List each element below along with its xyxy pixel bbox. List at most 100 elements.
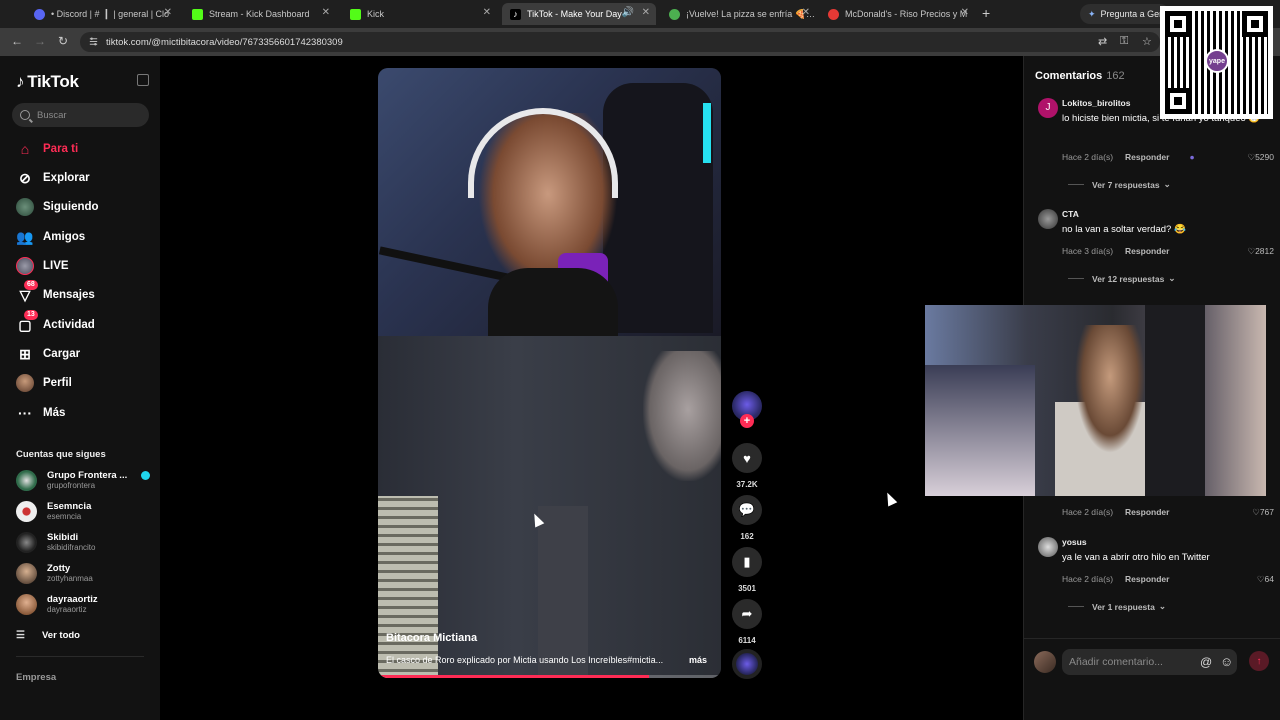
shirt-shape xyxy=(488,268,618,336)
close-icon[interactable]: ✕ xyxy=(802,7,810,18)
nav-live[interactable]: LIVE xyxy=(16,256,69,276)
nav-more[interactable]: ··· Más xyxy=(16,403,65,423)
view-replies-button[interactable]: Ver 1 respuesta ⌄ xyxy=(1068,601,1166,612)
mention-icon[interactable]: @ xyxy=(1200,655,1212,669)
comment-username[interactable]: CTA xyxy=(1062,209,1079,219)
nav-messages[interactable]: ▽ 68 Mensajes xyxy=(16,280,95,305)
tab-kick-dashboard[interactable]: Stream - Kick Dashboard ✕ xyxy=(184,3,336,25)
url-field[interactable]: tiktok.com/@mictibitacora/video/76733566… xyxy=(80,32,1160,52)
video-author[interactable]: Bitacora Mictiana xyxy=(386,632,477,644)
mcdonalds-icon xyxy=(828,8,839,20)
share-action[interactable]: ➦ 6114 xyxy=(732,599,762,645)
nav-label: Siguiendo xyxy=(43,201,99,213)
send-button[interactable]: ↑ xyxy=(1249,651,1269,671)
password-key-icon[interactable]: ⚿ xyxy=(1120,35,1128,48)
heart-icon[interactable]: ♥ xyxy=(732,443,762,473)
video-player[interactable]: Bitacora Mictiana El casco de Roro expli… xyxy=(378,68,721,678)
webcam-chair-shape xyxy=(1145,305,1205,496)
share-icon[interactable]: ➦ xyxy=(732,599,762,629)
reload-icon[interactable]: ↻ xyxy=(58,34,68,48)
tab-kick[interactable]: Kick ✕ xyxy=(342,3,497,25)
avatar[interactable]: J xyxy=(1038,98,1058,118)
comment-like[interactable]: ♡767 xyxy=(1252,507,1274,518)
nav-label: Cargar xyxy=(43,348,81,360)
save-action[interactable]: ▮ 3501 xyxy=(732,547,762,593)
video-progress-bar[interactable] xyxy=(378,675,721,678)
comment-username[interactable]: Lokitos_birolitos xyxy=(1062,98,1130,108)
search-input[interactable]: Buscar xyxy=(12,103,149,127)
neon-light-shape xyxy=(703,103,711,163)
following-account[interactable]: Skibidi skibidifrancito xyxy=(16,532,95,553)
reply-button[interactable]: Responder xyxy=(1125,246,1169,256)
address-bar: ← → ↻ tiktok.com/@mictibitacora/video/76… xyxy=(0,28,1280,56)
reply-button[interactable]: Responder xyxy=(1125,574,1169,584)
nav-upload[interactable]: ⊞ Cargar xyxy=(16,344,80,364)
tab-discord[interactable]: • Discord | #▕▏| general | Clo ✕ xyxy=(26,3,178,25)
music-disc-icon[interactable] xyxy=(732,649,762,679)
account-name: Zotty xyxy=(47,563,71,574)
yape-logo: yape xyxy=(1205,49,1229,73)
nav-explore[interactable]: ⊘ Explorar xyxy=(16,168,90,188)
like-action[interactable]: ♥ 37.2K xyxy=(732,443,762,489)
tab-pizza[interactable]: ¡Vuelve! La pizza se enfría 🍕🟦 ✕ xyxy=(661,3,816,25)
nav-for-you[interactable]: ⌂ Para ti xyxy=(16,139,78,159)
comment-action[interactable]: 💬 162 xyxy=(732,495,762,541)
following-account[interactable]: Grupo Frontera ... grupofrontera xyxy=(16,470,151,491)
tiktok-logo[interactable]: ♪ TikTok xyxy=(16,72,79,92)
collapse-sidebar-icon[interactable] xyxy=(137,74,149,86)
translate-icon[interactable]: ⇄ xyxy=(1098,35,1107,48)
following-account[interactable]: Esemncia esemncia xyxy=(16,501,91,522)
new-tab-button[interactable]: + xyxy=(982,5,990,21)
creator-liked-icon: ● xyxy=(1189,152,1195,162)
account-name: Skibidi xyxy=(47,532,79,543)
tab-title: Kick xyxy=(367,9,385,19)
arrow-up-icon: ↑ xyxy=(1256,655,1262,667)
webcam-overlay xyxy=(925,305,1266,496)
emoji-icon[interactable]: ☺ xyxy=(1220,654,1233,669)
close-icon[interactable]: ✕ xyxy=(483,7,491,18)
comment-icon[interactable]: 💬 xyxy=(732,495,762,525)
company-link[interactable]: Empresa xyxy=(16,672,56,683)
tab-mcdonalds[interactable]: McDonald's - Riso Precios y M ✕ xyxy=(820,3,975,25)
nav-following[interactable]: Siguiendo xyxy=(16,197,99,217)
close-icon[interactable]: ✕ xyxy=(164,7,172,18)
close-icon[interactable]: ✕ xyxy=(961,7,969,18)
view-replies-button[interactable]: Ver 7 respuestas ⌄ xyxy=(1068,179,1171,190)
forward-icon[interactable]: → xyxy=(34,34,46,48)
close-icon[interactable]: ✕ xyxy=(322,7,330,18)
following-account[interactable]: Zotty zottyhanmaa xyxy=(16,563,93,584)
reply-button[interactable]: Responder xyxy=(1125,152,1169,162)
see-all-link[interactable]: ☰ Ver todo xyxy=(16,630,80,641)
site-settings-icon[interactable] xyxy=(88,36,99,47)
video-progress-fill xyxy=(378,675,649,678)
reply-button[interactable]: Responder xyxy=(1125,507,1169,517)
gemini-button[interactable]: ✦ Pregunta a Gemini xyxy=(1080,4,1170,24)
close-icon[interactable]: ✕ xyxy=(642,7,650,18)
chevron-down-icon: ⌄ xyxy=(1168,273,1176,283)
tab-tiktok[interactable]: ♪ TikTok - Make Your Day 🔊 ✕ xyxy=(502,3,656,25)
activity-badge: 13 xyxy=(24,310,38,320)
view-replies-button[interactable]: Ver 12 respuestas ⌄ xyxy=(1068,273,1175,284)
browser-tab-bar: • Discord | #▕▏| general | Clo ✕ Stream … xyxy=(0,0,1280,28)
comment-like[interactable]: ♡64 xyxy=(1257,574,1274,585)
follow-plus-button[interactable]: + xyxy=(740,414,754,428)
comment-like[interactable]: ♡2812 xyxy=(1247,246,1274,257)
tab-title: McDonald's - Riso Precios y M xyxy=(845,9,968,19)
nav-activity[interactable]: ▢ 13 Actividad xyxy=(16,310,95,335)
comment-like-count: 5290 xyxy=(1255,152,1274,162)
more-icon: ··· xyxy=(18,405,32,421)
comment-username[interactable]: yosus xyxy=(1062,537,1087,547)
bookmark-icon[interactable]: ▮ xyxy=(732,547,762,577)
comment-like[interactable]: ♡5290 xyxy=(1247,152,1274,163)
nav-profile[interactable]: Perfil xyxy=(16,373,72,393)
nav-friends[interactable]: 👥 Amigos xyxy=(16,227,85,247)
caption-more-button[interactable]: más xyxy=(689,655,707,665)
avatar[interactable] xyxy=(1038,209,1058,229)
following-account[interactable]: dayraaortiz dayraaortiz xyxy=(16,594,98,615)
search-placeholder: Buscar xyxy=(37,109,67,121)
avatar[interactable] xyxy=(1038,537,1058,557)
video-frame-clip xyxy=(378,336,721,678)
back-icon[interactable]: ← xyxy=(11,34,23,48)
bookmark-star-icon[interactable]: ☆ xyxy=(1142,35,1152,48)
audio-icon[interactable]: 🔊 xyxy=(622,7,634,18)
